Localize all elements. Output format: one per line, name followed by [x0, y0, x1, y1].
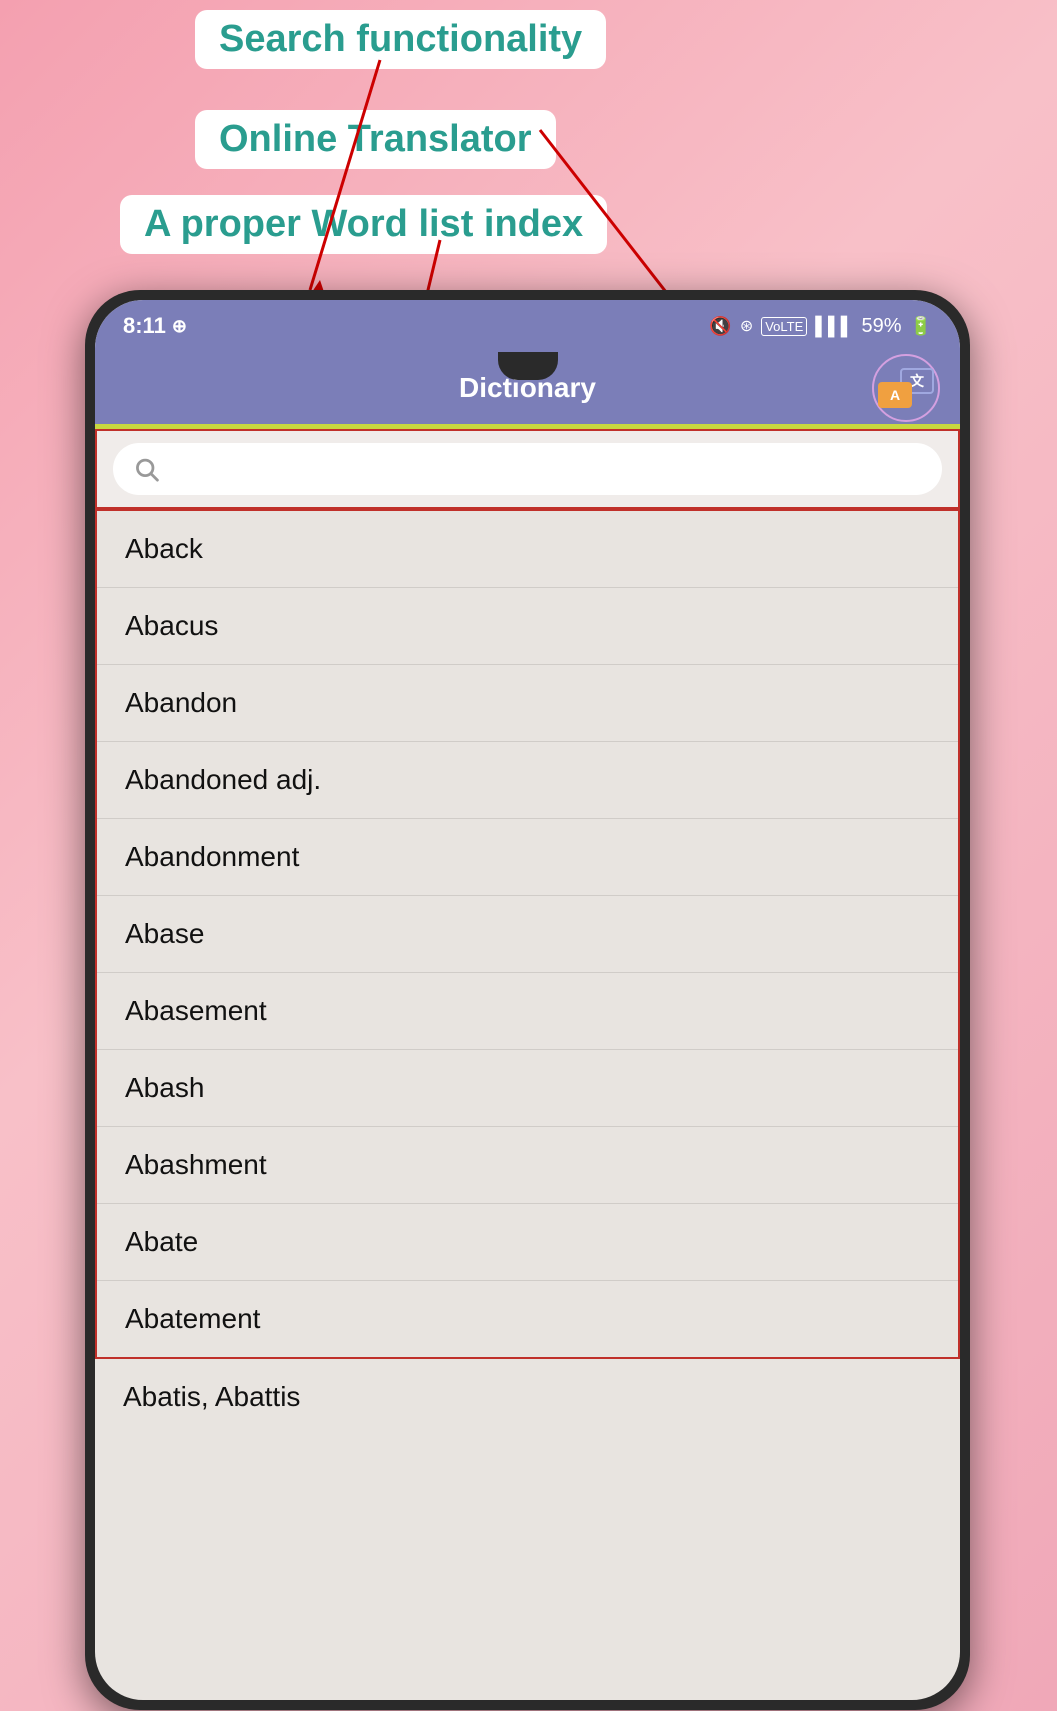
- word-list-item[interactable]: Abandoned adj.: [97, 742, 958, 819]
- status-time: 8:11 ⊕: [123, 313, 187, 339]
- lte-icon: VoLTE: [761, 317, 807, 336]
- status-bar: 8:11 ⊕ 🔇 ⊛ VoLTE ▌▌▌ 59% 🔋: [95, 300, 960, 352]
- word-list-item[interactable]: Abandonment: [97, 819, 958, 896]
- phone-frame: 8:11 ⊕ 🔇 ⊛ VoLTE ▌▌▌ 59% 🔋 Dictionary 文 …: [85, 290, 970, 1710]
- partial-word-item[interactable]: Abatis, Abattis: [95, 1359, 960, 1435]
- wifi-icon: ⊛: [740, 316, 753, 336]
- status-icons: 🔇 ⊛ VoLTE ▌▌▌ 59% 🔋: [709, 315, 932, 338]
- word-list: AbackAbacusAbandonAbandoned adj.Abandonm…: [95, 509, 960, 1359]
- label-word-list-index: A proper Word list index: [120, 195, 607, 254]
- word-list-item[interactable]: Abash: [97, 1050, 958, 1127]
- word-list-item[interactable]: Aback: [97, 511, 958, 588]
- word-list-item[interactable]: Abacus: [97, 588, 958, 665]
- search-container: [95, 429, 960, 509]
- word-list-item[interactable]: Abasement: [97, 973, 958, 1050]
- phone-screen: 8:11 ⊕ 🔇 ⊛ VoLTE ▌▌▌ 59% 🔋 Dictionary 文 …: [95, 300, 960, 1700]
- word-list-item[interactable]: Abase: [97, 896, 958, 973]
- word-list-item[interactable]: Abandon: [97, 665, 958, 742]
- translate-icon: 文 A: [878, 368, 934, 408]
- annotation-area: Search functionality Online Translator A…: [0, 0, 1057, 310]
- translate-button[interactable]: 文 A: [872, 354, 940, 422]
- word-list-item[interactable]: Abatement: [97, 1281, 958, 1357]
- label-online-translator: Online Translator: [195, 110, 556, 169]
- mute-icon: 🔇: [709, 316, 731, 337]
- translate-icon-bottom: A: [878, 382, 912, 408]
- search-input[interactable]: [172, 456, 922, 482]
- battery-icon: 🔋: [910, 316, 932, 337]
- search-input-wrapper[interactable]: [113, 443, 942, 495]
- battery-label: 59%: [862, 315, 902, 338]
- time-display: 8:11: [123, 313, 166, 339]
- camera-notch: [498, 352, 558, 380]
- word-list-item[interactable]: Abashment: [97, 1127, 958, 1204]
- search-icon: [133, 455, 160, 483]
- label-search-functionality: Search functionality: [195, 10, 606, 69]
- word-list-item[interactable]: Abate: [97, 1204, 958, 1281]
- signal-icon: ▌▌▌: [815, 316, 853, 337]
- whatsapp-icon: ⊕: [172, 316, 187, 337]
